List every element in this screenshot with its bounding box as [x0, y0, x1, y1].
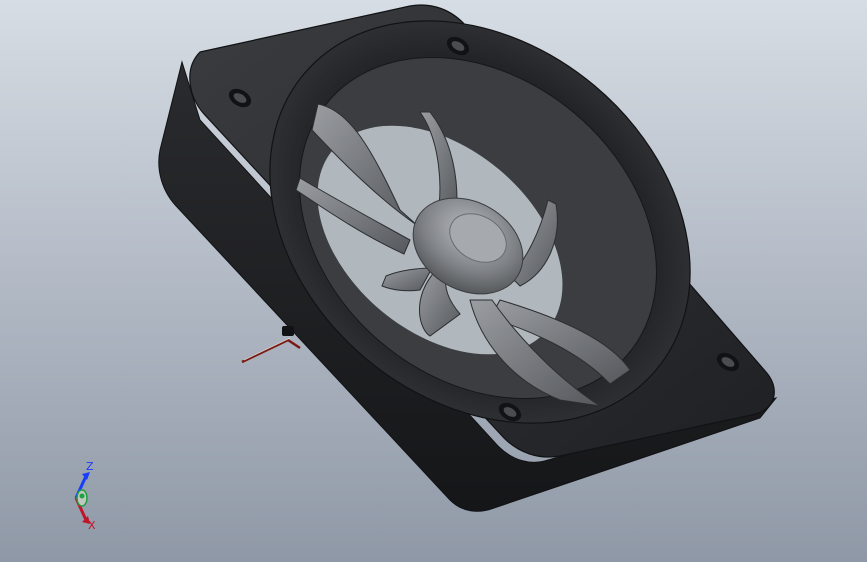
triad-z-label: Z — [86, 460, 94, 473]
cable-grommet — [282, 326, 294, 336]
reference-triad[interactable]: Z X — [52, 454, 112, 534]
cable-wire-white — [243, 337, 291, 361]
model-viewport[interactable] — [0, 0, 867, 562]
fan-cable[interactable] — [241, 326, 301, 364]
triad-origin — [79, 493, 85, 499]
triad-x-label: X — [88, 519, 96, 532]
cable-wire-red — [241, 338, 301, 364]
